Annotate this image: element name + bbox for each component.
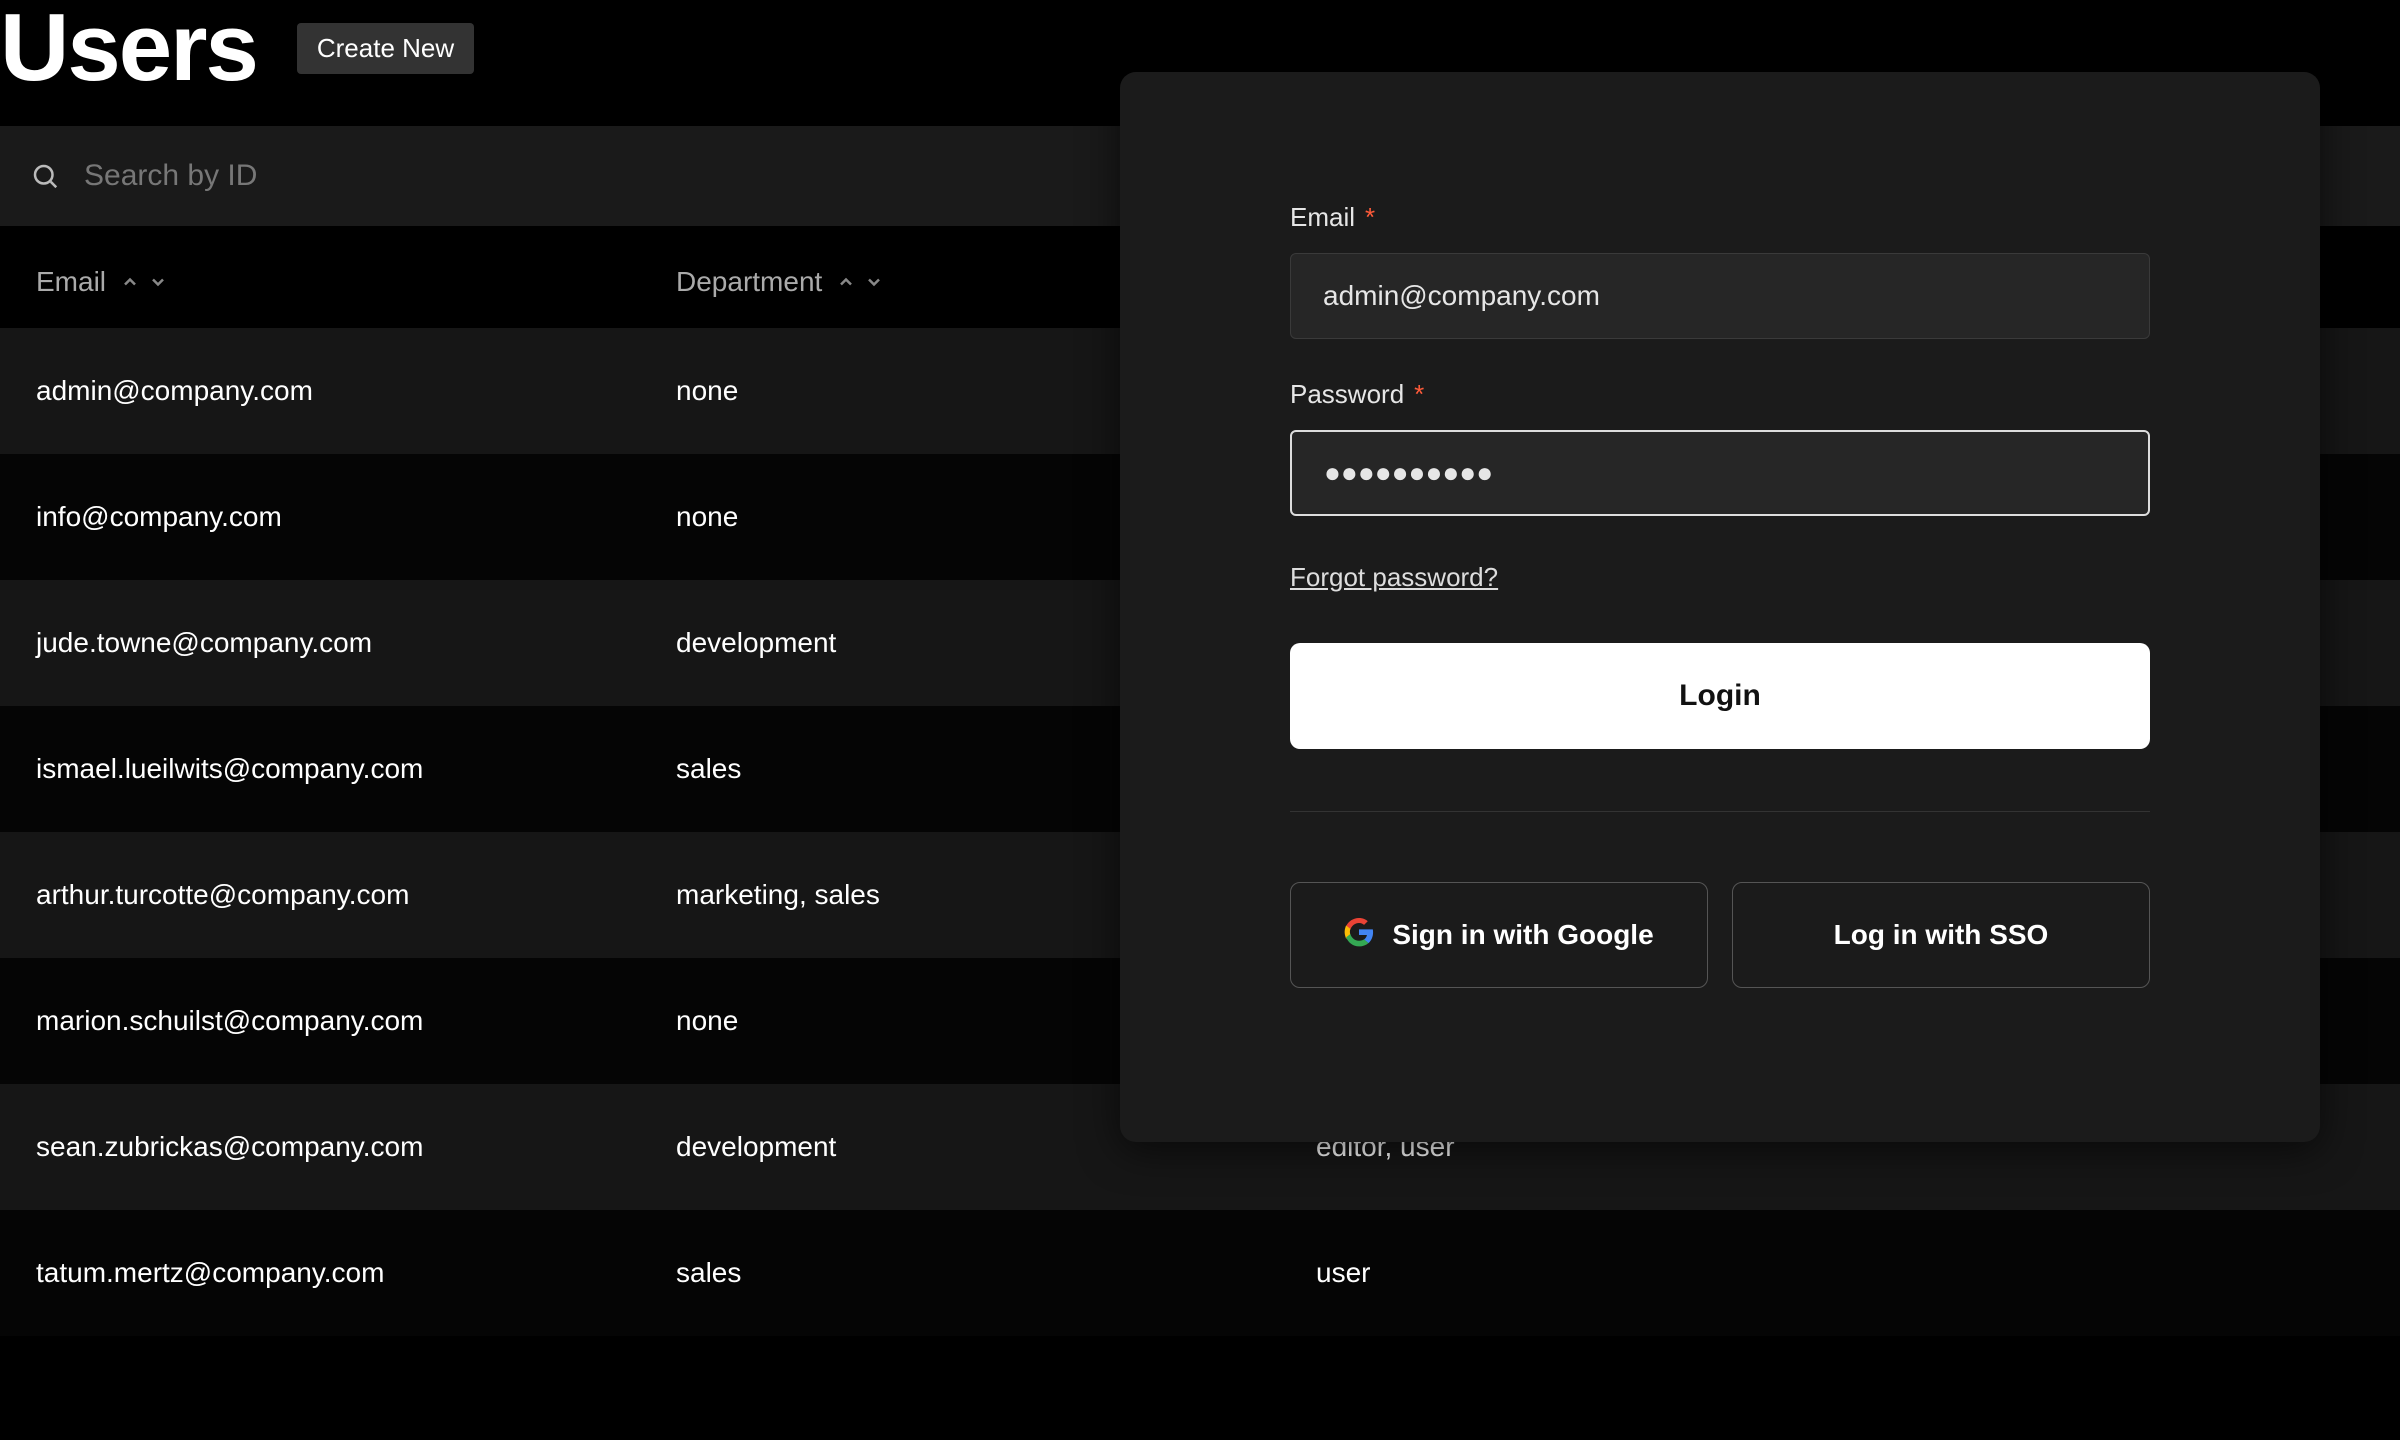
required-mark: *	[1414, 379, 1424, 410]
sort-asc-icon[interactable]	[836, 272, 856, 292]
table-row[interactable]: tatum.mertz@company.comsalesuser	[0, 1210, 2400, 1336]
cell-email: info@company.com	[36, 501, 676, 533]
cell-roles: user	[1316, 1257, 1836, 1289]
page-title: Users	[0, 0, 257, 96]
required-mark: *	[1365, 202, 1375, 233]
cell-department: sales	[676, 1257, 1316, 1289]
cell-email: marion.schuilst@company.com	[36, 1005, 676, 1037]
create-new-button[interactable]: Create New	[297, 23, 474, 74]
forgot-password-link[interactable]: Forgot password?	[1290, 562, 1498, 593]
sort-desc-icon[interactable]	[148, 272, 168, 292]
email-label: Email	[1290, 202, 1355, 233]
google-signin-button[interactable]: Sign in with Google	[1290, 882, 1708, 988]
column-header-email: Email	[36, 266, 106, 298]
sort-asc-icon[interactable]	[120, 272, 140, 292]
sort-desc-icon[interactable]	[864, 272, 884, 292]
cell-email: admin@company.com	[36, 375, 676, 407]
cell-email: arthur.turcotte@company.com	[36, 879, 676, 911]
sso-login-button[interactable]: Log in with SSO	[1732, 882, 2150, 988]
column-header-department: Department	[676, 266, 822, 298]
password-field[interactable]	[1290, 430, 2150, 516]
cell-email: jude.towne@company.com	[36, 627, 676, 659]
password-label: Password	[1290, 379, 1404, 410]
cell-email: sean.zubrickas@company.com	[36, 1131, 676, 1163]
google-icon	[1344, 917, 1374, 954]
cell-email: ismael.lueilwits@company.com	[36, 753, 676, 785]
email-field[interactable]	[1290, 253, 2150, 339]
sso-login-label: Log in with SSO	[1834, 919, 2049, 951]
divider	[1290, 811, 2150, 812]
login-dialog: Email * Password * Forgot password? Logi…	[1120, 72, 2320, 1142]
cell-email: tatum.mertz@company.com	[36, 1257, 676, 1289]
google-signin-label: Sign in with Google	[1392, 919, 1653, 951]
login-button[interactable]: Login	[1290, 643, 2150, 749]
search-icon	[30, 161, 60, 191]
